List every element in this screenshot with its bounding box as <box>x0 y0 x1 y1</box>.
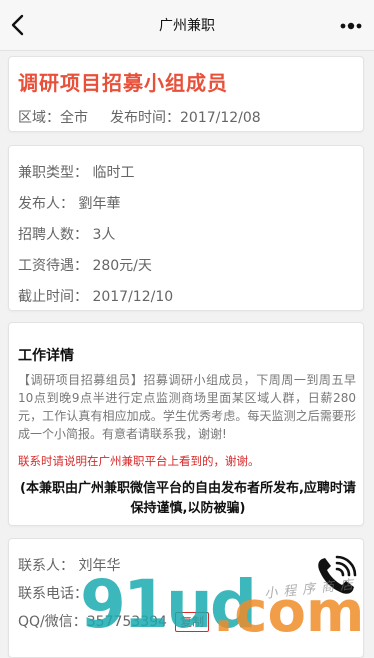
job-meta: 区域：全市 发布时间：2017/12/08 <box>18 107 261 127</box>
publisher: 发布人： 劉年華 <box>18 196 121 212</box>
contact-phone: 联系电话： <box>18 583 88 603</box>
contact-qq: QQ/微信：357753394 复制 <box>18 611 209 632</box>
contact-person: 联系人： 刘年华 <box>18 558 121 574</box>
job-type: 兼职类型： 临时工 <box>18 165 135 181</box>
job-detail-card: 工作详情 【调研项目招募组员】招募调研小组成员，下周周一到周五早10点到晚9点半… <box>8 322 364 526</box>
more-options-icon[interactable] <box>338 14 364 38</box>
detail-section-title: 工作详情 <box>18 348 74 364</box>
publish-date: 2017/12/08 <box>180 110 261 126</box>
disclaimer: (本兼职由广州兼职微信平台的自由发布者所发布,应聘时请保持谨慎,以防被骗) <box>20 481 356 516</box>
salary: 工资待遇： 280元/天 <box>18 258 152 274</box>
deadline: 截止时间： 2017/12/10 <box>18 289 174 305</box>
job-header-card: 调研项目招募小组成员 区域：全市 发布时间：2017/12/08 <box>8 56 364 132</box>
job-info-card: 兼职类型： 临时工 发布人： 劉年華 招聘人数： 3人 工资待遇： 280元/天… <box>8 145 364 311</box>
copy-button[interactable]: 复制 <box>174 612 209 632</box>
headcount: 招聘人数： 3人 <box>18 227 116 243</box>
contact-notice: 联系时请说明在广州兼职平台上看到的，谢谢。 <box>18 454 260 468</box>
qq-label: QQ/微信： <box>18 614 87 630</box>
contact-card: 联系人： 刘年华 联系电话： QQ/微信：357753394 复制 <box>8 538 364 658</box>
area-label: 区域： <box>18 110 60 126</box>
phone-call-icon[interactable] <box>313 553 359 599</box>
page-title: 广州兼职 <box>159 18 215 34</box>
area-value: 全市 <box>60 110 88 126</box>
detail-body: 【调研项目招募组员】招募调研小组成员，下周周一到周五早10点到晚9点半进行定点监… <box>18 373 356 441</box>
phone-label: 联系电话： <box>18 586 88 602</box>
nav-bar: 广州兼职 <box>0 0 374 51</box>
qq-value: 357753394 <box>86 614 167 630</box>
job-title: 调研项目招募小组成员 <box>18 71 228 95</box>
publish-label: 发布时间： <box>110 110 180 126</box>
